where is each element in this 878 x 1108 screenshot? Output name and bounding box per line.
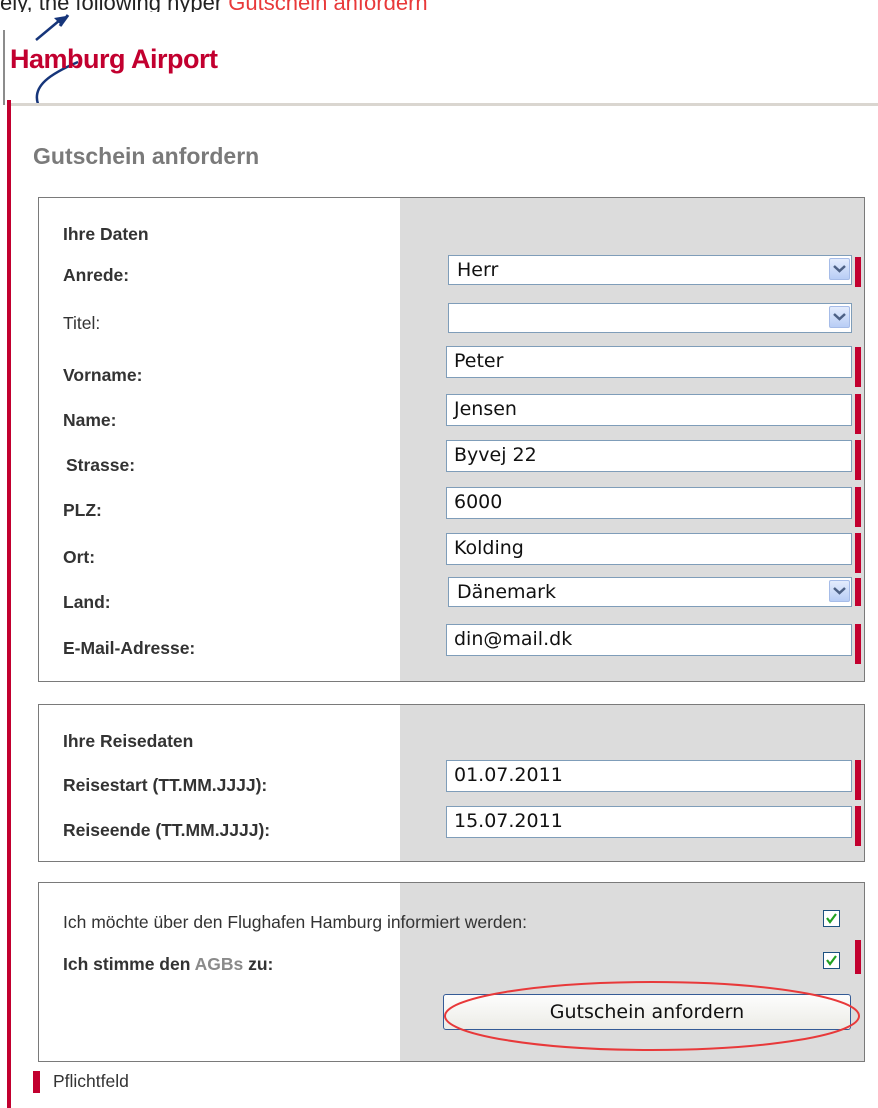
anrede-select[interactable]: Herr [448,255,852,285]
required-marker [855,760,861,800]
vorname-label: Vorname: [63,365,143,385]
name-input[interactable]: Jensen [446,394,852,426]
required-marker [855,533,861,573]
checkmark-icon [826,913,837,924]
hamburg-airport-logo[interactable]: Hamburg Airport [10,14,280,104]
personal-data-heading: Ihre Daten [63,224,149,244]
agb-label: Ich stimme den AGBs zu: [63,954,273,975]
ort-label: Ort: [63,547,96,567]
reisestart-input[interactable]: 01.07.2011 [446,760,852,792]
reisestart-label: Reisestart (TT.MM.JJJJ): [63,775,268,795]
chevron-down-icon[interactable] [829,580,850,602]
titel-label: Titel: [63,313,101,333]
ort-input[interactable]: Kolding [446,533,852,565]
newsletter-label: Ich möchte über den Flughafen Hamburg in… [63,912,527,932]
required-marker [855,487,861,527]
travel-data-heading: Ihre Reisedaten [63,731,194,751]
required-marker [855,257,861,287]
required-legend-text: Pflichtfeld [53,1071,129,1091]
newsletter-checkbox[interactable] [823,910,840,927]
left-border-red [7,100,11,1108]
required-legend-marker [33,1071,40,1093]
vorname-input[interactable]: Peter [446,346,852,378]
top-caption: ely, the following hyper Gutschein anfor… [0,0,878,12]
chevron-down-icon[interactable] [829,258,850,280]
required-marker [855,624,861,664]
land-value: Dänemark [457,581,556,603]
agb-link[interactable]: AGBs [195,954,244,974]
reiseende-input[interactable]: 15.07.2011 [446,806,852,838]
required-marker [855,394,861,434]
agb-checkbox[interactable] [823,952,840,969]
anrede-label: Anrede: [63,265,130,285]
required-marker [855,940,861,974]
anrede-value: Herr [457,259,499,281]
required-marker [855,440,861,480]
required-marker [855,347,861,387]
caption-highlight: Gutschein anfordern [228,0,427,12]
strasse-input[interactable]: Byvej 22 [446,440,852,472]
checkmark-icon [826,955,837,966]
gutschein-anfordern-button[interactable]: Gutschein anfordern [443,994,851,1030]
required-marker [855,806,861,846]
strasse-label: Strasse: [66,455,136,475]
page-title: Gutschein anfordern [33,143,260,169]
email-label: E-Mail-Adresse: [63,638,196,658]
header-divider [11,103,878,106]
logo-text: Hamburg Airport [10,44,218,74]
name-label: Name: [63,410,117,430]
land-label: Land: [63,592,111,612]
agb-label-prefix: Ich stimme den [63,954,195,974]
chevron-down-icon[interactable] [829,306,850,328]
plz-input[interactable]: 6000 [446,487,852,519]
required-marker [855,578,861,606]
plz-label: PLZ: [63,500,102,520]
left-border-gray [3,30,5,105]
agb-label-suffix: zu: [243,954,274,974]
land-select[interactable]: Dänemark [448,577,852,607]
reiseende-label: Reiseende (TT.MM.JJJJ): [63,820,271,840]
caption-prefix: ely, the following hyper [0,0,228,12]
titel-select[interactable] [448,303,852,333]
email-input[interactable]: din@mail.dk [446,624,852,656]
section-gray-background [400,883,864,1061]
